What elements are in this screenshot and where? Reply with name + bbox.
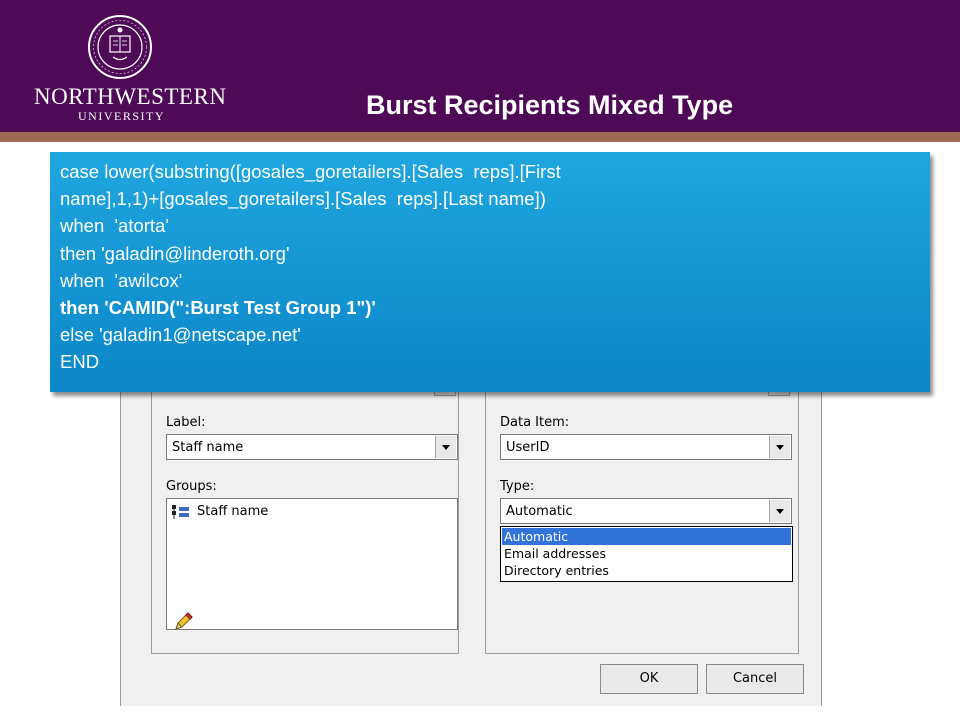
data-item-field-label: Data Item: — [500, 415, 570, 430]
groups-field-label: Groups: — [166, 479, 217, 494]
university-seal-icon — [88, 15, 152, 79]
university-subtitle: UNIVERSITY — [78, 109, 165, 123]
type-field-label: Type: — [500, 479, 535, 494]
header-band: NORTHWESTERN UNIVERSITY Burst Recipients… — [0, 0, 960, 132]
expression-callout: case lower(substring([gosales_goretailer… — [50, 152, 930, 392]
groups-listbox[interactable]: Staff name — [166, 498, 458, 630]
slide-title: Burst Recipients Mixed Type — [366, 90, 734, 120]
left-panel: Label: Staff name Groups: Staff name — [151, 372, 459, 654]
code-line-highlighted: then 'CAMID(":Burst Test Group 1")' — [60, 297, 376, 319]
code-line: else 'galadin1@netscape.net' — [60, 324, 301, 346]
data-item-combobox[interactable]: UserID — [500, 434, 792, 460]
code-line: then 'galadin@linderoth.org' — [60, 242, 290, 264]
type-option-automatic[interactable]: Automatic — [502, 528, 791, 545]
ok-button[interactable]: OK — [600, 664, 698, 694]
list-item[interactable]: Staff name — [171, 503, 371, 521]
type-option-email-addresses[interactable]: Email addresses — [502, 545, 791, 562]
type-dropdown-list[interactable]: Automatic Email addresses Directory entr… — [500, 526, 793, 582]
university-wordmark: NORTHWESTERN — [34, 84, 227, 109]
pencil-icon[interactable] — [172, 611, 194, 633]
right-panel: Data Item: UserID Type: Automatic Automa… — [485, 372, 799, 654]
type-combobox[interactable]: Automatic — [500, 498, 792, 524]
data-item-combobox-value: UserID — [506, 440, 550, 455]
chevron-down-icon[interactable] — [769, 436, 790, 458]
group-tree-icon — [172, 505, 189, 519]
chevron-down-icon[interactable] — [435, 436, 456, 458]
type-combobox-value: Automatic — [506, 504, 573, 519]
chevron-down-icon[interactable] — [769, 500, 790, 522]
code-line: case lower(substring([gosales_goretailer… — [60, 161, 561, 182]
groups-item-label: Staff name — [197, 504, 269, 519]
burst-options-dialog: Label: Staff name Groups: Staff name Dat… — [120, 372, 822, 706]
cancel-button[interactable]: Cancel — [706, 664, 804, 694]
label-combobox[interactable]: Staff name — [166, 434, 458, 460]
header-divider — [0, 132, 960, 142]
code-line: name],1,1)+[gosales_goretailers].[Sales … — [60, 188, 546, 210]
type-option-directory-entries[interactable]: Directory entries — [502, 562, 791, 579]
code-line: when 'awilcox' — [60, 269, 183, 291]
code-line: END — [60, 351, 100, 373]
label-combobox-value: Staff name — [172, 440, 244, 455]
label-field-label: Label: — [166, 415, 206, 430]
code-line: when 'atorta' — [60, 215, 169, 237]
